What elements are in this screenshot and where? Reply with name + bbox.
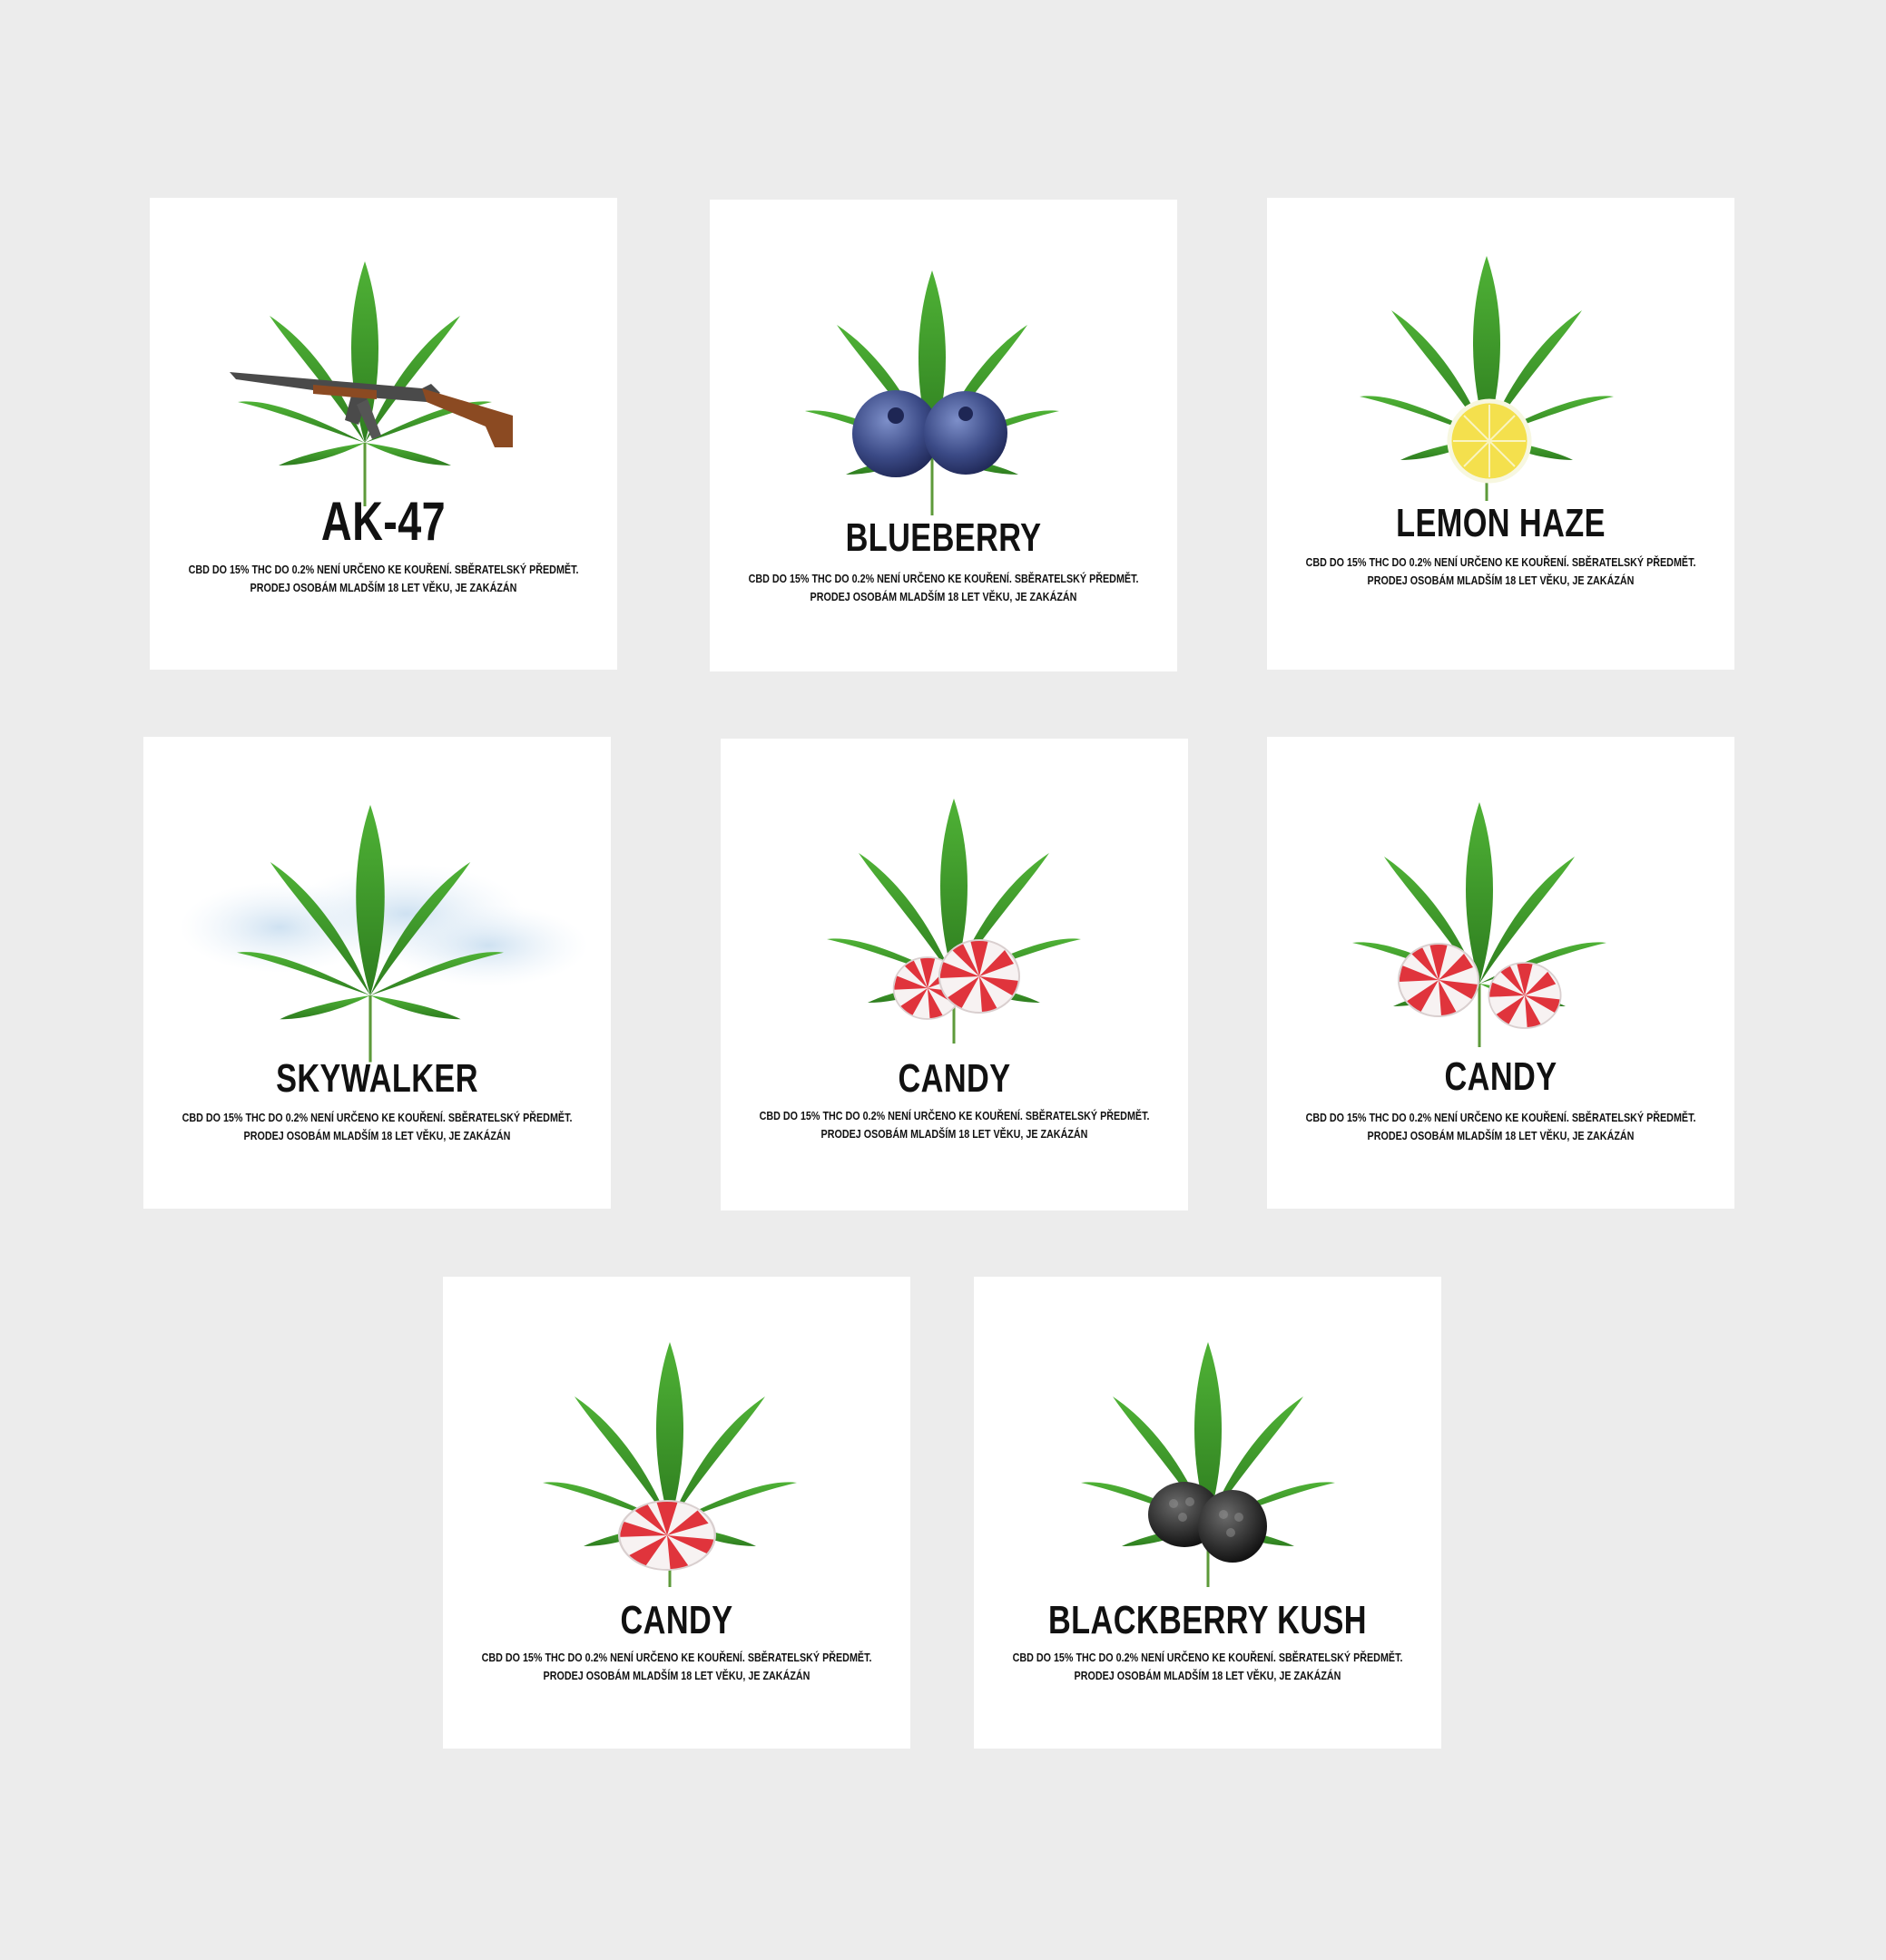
disclaimer-line-2: PRODEJ OSOBÁM MLADŠÍM 18 LET VĚKU, JE ZA… [1074, 1670, 1341, 1682]
product-label-card-candy-3: CANDY CBD DO 15% THC DO 0.2% NENÍ URČENO… [443, 1277, 910, 1749]
product-label-card-blueberry: BLUEBERRY CBD DO 15% THC DO 0.2% NENÍ UR… [710, 200, 1177, 671]
product-label-card-candy-2: CANDY CBD DO 15% THC DO 0.2% NENÍ URČENO… [1267, 737, 1734, 1209]
disclaimer-line-1: CBD DO 15% THC DO 0.2% NENÍ URČENO KE KO… [1305, 556, 1696, 569]
product-name: BLUEBERRY [845, 515, 1042, 560]
product-name: SKYWALKER [276, 1056, 478, 1101]
product-name: CANDY [620, 1598, 733, 1642]
product-name: CANDY [898, 1056, 1011, 1101]
disclaimer-line-2: PRODEJ OSOBÁM MLADŠÍM 18 LET VĚKU, JE ZA… [250, 582, 517, 594]
disclaimer-line-2: PRODEJ OSOBÁM MLADŠÍM 18 LET VĚKU, JE ZA… [820, 1128, 1088, 1141]
disclaimer-line-2: PRODEJ OSOBÁM MLADŠÍM 18 LET VĚKU, JE ZA… [1367, 1130, 1635, 1142]
disclaimer-line-2: PRODEJ OSOBÁM MLADŠÍM 18 LET VĚKU, JE ZA… [1367, 574, 1635, 587]
disclaimer-line-1: CBD DO 15% THC DO 0.2% NENÍ URČENO KE KO… [1305, 1112, 1696, 1124]
disclaimer-line-1: CBD DO 15% THC DO 0.2% NENÍ URČENO KE KO… [188, 564, 579, 576]
product-label-card-blackberry-kush: BLACKBERRY KUSH CBD DO 15% THC DO 0.2% N… [974, 1277, 1441, 1749]
peppermint-candy-icon [618, 1499, 716, 1572]
disclaimer-line-1: CBD DO 15% THC DO 0.2% NENÍ URČENO KE KO… [182, 1112, 573, 1124]
disclaimer-line-2: PRODEJ OSOBÁM MLADŠÍM 18 LET VĚKU, JE ZA… [810, 591, 1077, 603]
peppermint-candy-icon [892, 939, 1020, 1020]
cannabis-leaf-icon [230, 260, 513, 508]
disclaimer-line-1: CBD DO 15% THC DO 0.2% NENÍ URČENO KE KO… [481, 1651, 872, 1664]
blackberry-icon [1148, 1482, 1267, 1563]
product-name: CANDY [1444, 1054, 1557, 1099]
product-name: LEMON HAZE [1396, 501, 1606, 545]
disclaimer-line-1: CBD DO 15% THC DO 0.2% NENÍ URČENO KE KO… [759, 1110, 1150, 1122]
product-label-card-skywalker: SKYWALKER CBD DO 15% THC DO 0.2% NENÍ UR… [143, 737, 611, 1209]
disclaimer-line-2: PRODEJ OSOBÁM MLADŠÍM 18 LET VĚKU, JE ZA… [543, 1670, 810, 1682]
lemon-slice-icon [1447, 398, 1532, 484]
product-label-card-ak47: AK-47 CBD DO 15% THC DO 0.2% NENÍ URČENO… [150, 198, 617, 670]
disclaimer-line-2: PRODEJ OSOBÁM MLADŠÍM 18 LET VĚKU, JE ZA… [243, 1130, 511, 1142]
disclaimer-line-1: CBD DO 15% THC DO 0.2% NENÍ URČENO KE KO… [748, 573, 1139, 585]
cannabis-leaf-icon [1358, 254, 1616, 503]
disclaimer-line-1: CBD DO 15% THC DO 0.2% NENÍ URČENO KE KO… [1012, 1651, 1403, 1664]
product-label-card-lemon-haze: LEMON HAZE CBD DO 15% THC DO 0.2% NENÍ U… [1267, 198, 1734, 670]
product-name: BLACKBERRY KUSH [1048, 1598, 1367, 1642]
product-label-card-candy-1: CANDY CBD DO 15% THC DO 0.2% NENÍ URČENO… [721, 739, 1188, 1210]
product-name: AK-47 [320, 491, 447, 552]
